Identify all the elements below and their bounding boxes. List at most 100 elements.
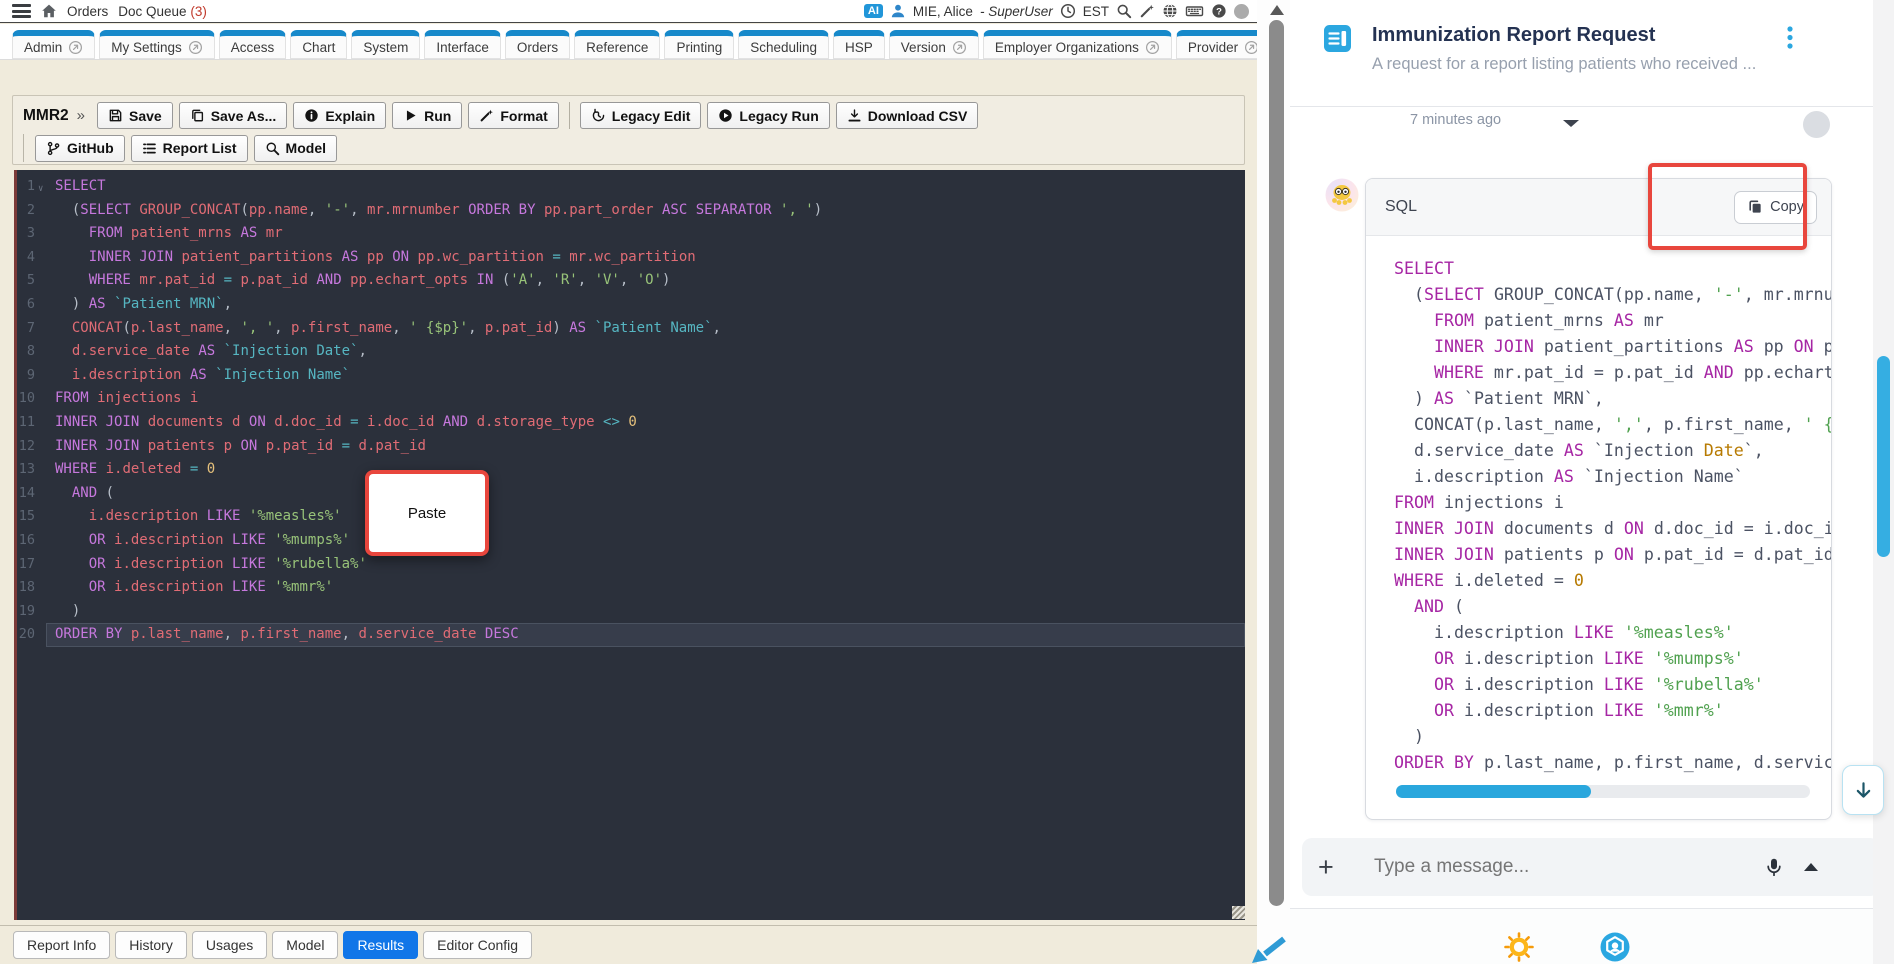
main-tab-system[interactable]: System [351, 30, 421, 59]
sun-gear-icon[interactable] [1504, 932, 1534, 962]
main-tab-provider[interactable]: Provider [1175, 30, 1257, 59]
line-number[interactable]: 20 [17, 623, 35, 647]
bottom-tab-editor-config[interactable]: Editor Config [423, 931, 533, 959]
user-name[interactable]: MIE, Alice [913, 4, 973, 19]
button-label: Format [500, 107, 548, 124]
code-scrollbar-thumb[interactable] [1396, 785, 1591, 798]
line-number[interactable]: 17 [17, 553, 35, 577]
line-number[interactable]: 11 [17, 411, 35, 435]
main-tab-employer-organizations[interactable]: Employer Organizations [982, 30, 1172, 59]
main-tab-reference[interactable]: Reference [574, 30, 661, 59]
line-number[interactable]: 1 [17, 175, 35, 199]
editor-resize-handle[interactable] [1232, 906, 1245, 919]
line-number[interactable]: 6 [17, 293, 35, 317]
doc-queue-count: (3) [190, 3, 207, 19]
timestamp-caret-icon[interactable] [1563, 120, 1579, 127]
scroll-top-button[interactable] [1803, 111, 1830, 138]
report-list-button[interactable]: Report List [130, 134, 248, 162]
popout-icon [1145, 40, 1159, 54]
left-panel-scrollbar[interactable] [1257, 0, 1290, 964]
bottom-tab-model[interactable]: Model [272, 931, 339, 959]
line-number[interactable]: 18 [17, 576, 35, 600]
tab-label: Chart [302, 39, 336, 55]
bottom-tab-usages[interactable]: Usages [191, 931, 268, 959]
breadcrumb-orders[interactable]: Orders [67, 4, 108, 19]
line-number[interactable]: 12 [17, 435, 35, 459]
avatar-placeholder[interactable] [1234, 3, 1249, 19]
bottom-tab-bar: Report Info History Usages Model Results Edit… [0, 925, 1257, 964]
attach-button[interactable]: + [1318, 853, 1360, 881]
kebab-menu-icon[interactable] [1787, 26, 1793, 49]
main-tab-interface[interactable]: Interface [424, 30, 501, 59]
line-number[interactable]: 13 [17, 458, 35, 482]
scrollbar-thumb[interactable] [1269, 20, 1284, 906]
report-name-chevron[interactable]: » [77, 107, 85, 124]
message-input[interactable] [1374, 856, 1764, 878]
download-csv-button[interactable]: Download CSV [835, 102, 979, 129]
chat-scrollbar-thumb[interactable] [1877, 356, 1890, 557]
collapse-caret-icon[interactable] [1804, 863, 1818, 871]
line-number[interactable]: 4 [17, 246, 35, 270]
code-line-14: AND ( [1413, 597, 1464, 616]
line-number[interactable]: 15 [17, 505, 35, 529]
main-tab-admin[interactable]: Admin [12, 30, 96, 59]
code-horizontal-scrollbar[interactable] [1396, 785, 1810, 798]
microphone-icon[interactable] [1764, 858, 1784, 876]
line-number[interactable]: 16 [17, 529, 35, 553]
main-tab-printing[interactable]: Printing [664, 30, 735, 59]
line-number[interactable]: 14 [17, 482, 35, 506]
main-tab-my-settings[interactable]: My Settings [99, 30, 215, 59]
globe-icon[interactable] [1162, 3, 1178, 19]
fold-caret-icon[interactable]: ∨ [38, 179, 46, 199]
code-line-2: (SELECT GROUP_CONCAT(pp.name, '-', mr.mr… [1394, 285, 1831, 304]
main-tab-chart[interactable]: Chart [290, 30, 348, 59]
timezone-label[interactable]: EST [1083, 4, 1109, 19]
legacy-run-button[interactable]: Legacy Run [707, 102, 830, 129]
app-logo-icon[interactable] [1600, 932, 1630, 962]
line-number[interactable]: 5 [17, 269, 35, 293]
line-number[interactable]: 7 [17, 317, 35, 341]
ai-badge[interactable]: AI [863, 4, 883, 18]
keyboard-icon[interactable] [1185, 3, 1204, 19]
paste-annotation-button[interactable]: Paste [365, 470, 489, 556]
sql-code-block[interactable]: SELECT (SELECT GROUP_CONCAT(pp.name, '-'… [1366, 236, 1831, 776]
wand-icon[interactable] [1139, 3, 1155, 19]
code-line-3: FROM patient_mrns AS mr [1433, 311, 1664, 330]
run-button[interactable]: Run [392, 102, 463, 129]
svg-text:?: ? [1216, 6, 1222, 17]
format-button[interactable]: Format [468, 102, 559, 129]
tab-label: Admin [24, 39, 63, 55]
line-number[interactable]: 9 [17, 364, 35, 388]
main-tab-access[interactable]: Access [218, 30, 287, 59]
copy-icon [191, 109, 203, 122]
github-button[interactable]: GitHub [35, 134, 125, 162]
main-tab-orders[interactable]: Orders [504, 30, 571, 59]
save-as-button[interactable]: Save As... [178, 102, 288, 129]
home-icon[interactable] [41, 3, 57, 19]
copy-button[interactable]: Copy [1734, 190, 1817, 224]
bottom-tab-results[interactable]: Results [343, 931, 419, 959]
code-line-17: OR i.description LIKE '%rubella%' [1433, 675, 1764, 694]
hamburger-menu-icon[interactable] [12, 4, 31, 18]
bottom-tab-history[interactable]: History [115, 931, 187, 959]
main-tab-version[interactable]: Version [888, 30, 979, 59]
breadcrumb-doc-queue[interactable]: Doc Queue (3) [118, 4, 207, 19]
explain-button[interactable]: Explain [293, 102, 387, 129]
bottom-tab-report-info[interactable]: Report Info [13, 931, 111, 959]
line-number[interactable]: 2 [17, 199, 35, 223]
sql-code-editor[interactable]: 1 ∨ SELECT 2 (SELECT GROUP_CONCAT(pp.name, … [14, 170, 1245, 920]
line-number[interactable]: 19 [17, 600, 35, 624]
main-tab-scheduling[interactable]: Scheduling [738, 30, 830, 59]
line-number[interactable]: 10 [17, 387, 35, 411]
main-tab-hsp[interactable]: HSP [833, 30, 885, 59]
save-button[interactable]: Save [96, 102, 173, 129]
line-number[interactable]: 3 [17, 222, 35, 246]
help-icon[interactable]: ? [1211, 3, 1227, 19]
legacy-edit-button[interactable]: Legacy Edit [579, 102, 702, 129]
line-number[interactable]: 8 [17, 340, 35, 364]
scrollbar-up-arrow-icon[interactable] [1270, 5, 1284, 15]
search-icon[interactable] [1116, 3, 1132, 19]
chat-scrollbar[interactable] [1873, 0, 1894, 964]
scroll-down-button[interactable] [1842, 765, 1884, 815]
model-button[interactable]: Model [253, 134, 337, 162]
